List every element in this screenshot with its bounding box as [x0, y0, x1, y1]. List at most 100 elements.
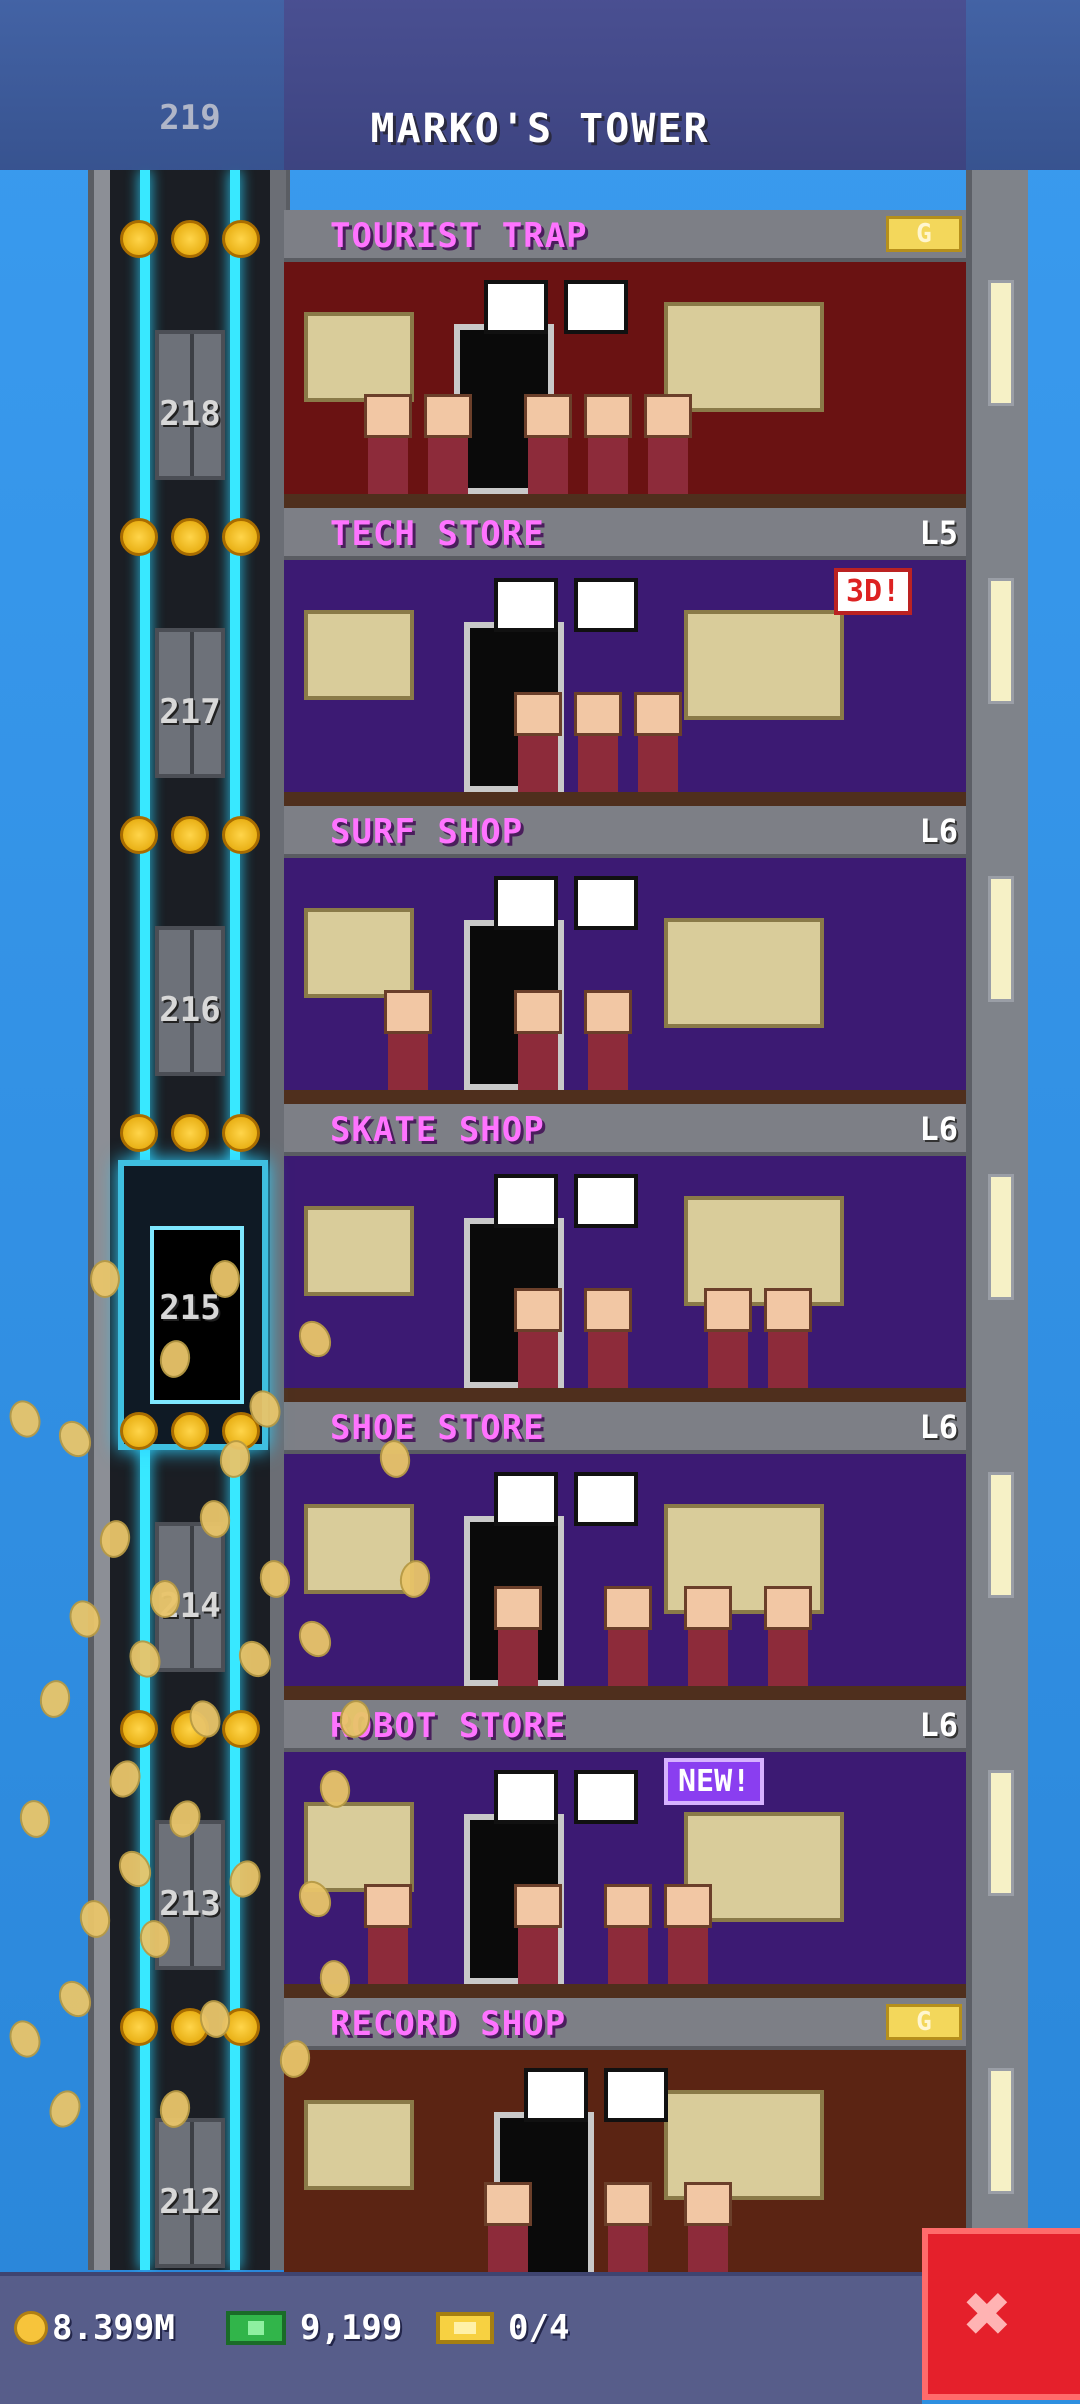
floor-surf-shop[interactable]: SURF SHOP L6 — [284, 806, 966, 1104]
currency-bar: 8.399M 9,199 0/4 — [0, 2272, 922, 2404]
bitizen[interactable] — [584, 394, 632, 494]
bitizen-body — [498, 1630, 538, 1686]
floor-star-rating — [120, 518, 260, 556]
bitizen[interactable] — [484, 2182, 532, 2282]
bitizen-body — [428, 438, 468, 494]
floor-header: TOURIST TRAP G — [284, 210, 966, 262]
bitizen-head — [584, 394, 632, 438]
bitizen-body — [768, 1630, 808, 1686]
bitizen-head — [764, 1288, 812, 1332]
shop-shelf — [684, 610, 844, 720]
bitizen-head — [514, 1884, 562, 1928]
room-floor — [284, 494, 966, 508]
coins-value: 8.399M — [52, 2308, 175, 2348]
floor-level: L6 — [919, 1706, 958, 1744]
bitizen-body — [528, 438, 568, 494]
bitizen[interactable] — [574, 692, 622, 792]
flying-coin — [90, 1260, 120, 1298]
gold-level-badge: G — [886, 2004, 962, 2040]
floor-level: L5 — [919, 514, 958, 552]
floor-name: RECORD SHOP — [330, 2004, 567, 2044]
bitizen[interactable] — [514, 692, 562, 792]
bitizen[interactable] — [584, 1288, 632, 1388]
bitizen[interactable] — [704, 1288, 752, 1388]
bitizen-head — [764, 1586, 812, 1630]
customer-thought-bubble — [574, 876, 638, 930]
floor-name: TOURIST TRAP — [330, 216, 588, 256]
shop-shelf — [304, 610, 414, 700]
bitizen[interactable] — [634, 692, 682, 792]
bitizen[interactable] — [364, 394, 412, 494]
floor-record-shop[interactable]: RECORD SHOP G — [284, 1998, 966, 2296]
shop-room — [284, 2050, 966, 2296]
customer-thought-bubble — [524, 2068, 588, 2122]
bitizen[interactable] — [664, 1884, 712, 1984]
close-button[interactable]: ✖ — [922, 2228, 1080, 2400]
star-icon — [222, 1114, 260, 1152]
building-window — [988, 1174, 1014, 1300]
bitizen[interactable] — [604, 1586, 652, 1686]
bitizen[interactable] — [764, 1288, 812, 1388]
floor-tourist-trap[interactable]: TOURIST TRAP G — [284, 210, 966, 508]
bitizen[interactable] — [684, 2182, 732, 2282]
floor-star-rating — [120, 2008, 260, 2046]
building-window — [988, 1472, 1014, 1598]
shop-shelf — [304, 1206, 414, 1296]
sign-3d: 3D! — [834, 568, 913, 615]
bitizen[interactable] — [364, 1884, 412, 1984]
bitizen[interactable] — [424, 394, 472, 494]
bitizen[interactable] — [384, 990, 432, 1090]
star-icon — [222, 518, 260, 556]
bitizen[interactable] — [764, 1586, 812, 1686]
customer-thought-bubble — [494, 578, 558, 632]
bitizen[interactable] — [604, 1884, 652, 1984]
bitizen[interactable] — [514, 1288, 562, 1388]
floor-number: 218 — [159, 394, 221, 434]
sign-new: NEW! — [664, 1758, 765, 1805]
bitizen-body — [638, 736, 678, 792]
shop-shelf — [304, 312, 414, 402]
floor-robot-store[interactable]: ROBOT STORE L6 NEW! — [284, 1700, 966, 1998]
bitizen-head — [574, 692, 622, 736]
bitizen[interactable] — [514, 990, 562, 1090]
customer-thought-bubble — [564, 280, 628, 334]
bitizen-body — [708, 1332, 748, 1388]
floor-header: TECH STORE L5 — [284, 508, 966, 560]
bitizen[interactable] — [494, 1586, 542, 1686]
tower-title: MARKO'S TOWER — [370, 106, 710, 152]
bitizen-body — [368, 438, 408, 494]
bitizen[interactable] — [524, 394, 572, 494]
flying-coin — [210, 1260, 240, 1298]
floor-name: TECH STORE — [330, 514, 545, 554]
customer-thought-bubble — [574, 578, 638, 632]
bitizen-head — [364, 394, 412, 438]
bitizen[interactable] — [604, 2182, 652, 2282]
bitizen[interactable] — [684, 1586, 732, 1686]
bitizen-head — [484, 2182, 532, 2226]
floor-tech-store[interactable]: TECH STORE L5 3D! — [284, 508, 966, 806]
bitizen-head — [424, 394, 472, 438]
bitizen-body — [588, 1034, 628, 1090]
customer-thought-bubble — [604, 2068, 668, 2122]
bitizen[interactable] — [514, 1884, 562, 1984]
shop-shelf — [304, 1504, 414, 1594]
ticket-icon — [436, 2312, 494, 2344]
tickets-stat: 0/4 — [436, 2308, 569, 2348]
room-floor — [284, 792, 966, 806]
bitizen[interactable] — [584, 990, 632, 1090]
bitizen[interactable] — [644, 394, 692, 494]
bitizen-head — [384, 990, 432, 1034]
star-icon — [120, 1114, 158, 1152]
floor-star-rating — [120, 220, 260, 258]
floor-name: SKATE SHOP — [330, 1110, 545, 1150]
star-icon — [171, 1412, 209, 1450]
bux-icon — [226, 2311, 286, 2345]
bitizen-head — [604, 2182, 652, 2226]
shop-room — [284, 262, 966, 508]
floor-skate-shop[interactable]: SKATE SHOP L6 — [284, 1104, 966, 1402]
coin-icon — [14, 2311, 48, 2345]
close-icon: ✖ — [964, 2267, 1013, 2360]
bitizen-body — [588, 438, 628, 494]
shop-room — [284, 1156, 966, 1402]
bitizen-head — [644, 394, 692, 438]
